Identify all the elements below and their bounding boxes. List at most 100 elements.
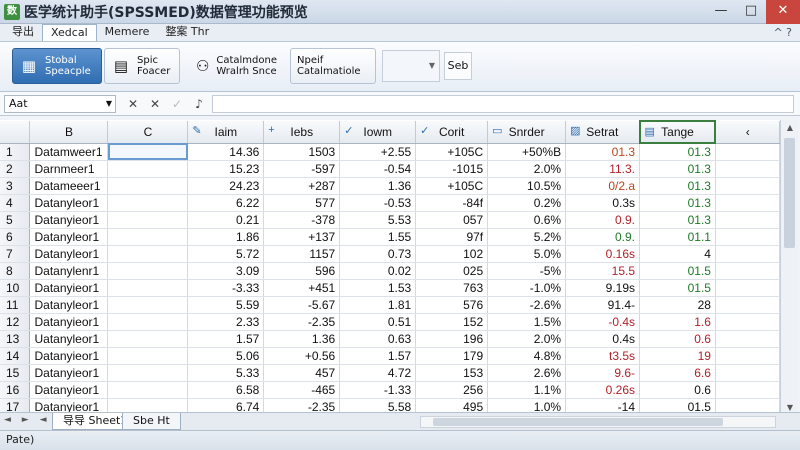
- grid-cell-f[interactable]: 0.51: [339, 313, 417, 331]
- table-row[interactable]: 13 Uatanyleor1 1.57 1.36 0.63 196 2.0% 0.4s 0.6: [0, 330, 780, 348]
- grid-cell-d[interactable]: 5.72: [187, 245, 265, 263]
- grid-cell-e[interactable]: 577: [263, 194, 341, 212]
- grid-cell-b[interactable]: Datanyieor1: [29, 381, 109, 399]
- grid-cell-g[interactable]: 057: [415, 211, 489, 229]
- grid-cell-e[interactable]: +137: [263, 228, 341, 246]
- grid-cell-f[interactable]: -1.33: [339, 381, 417, 399]
- grid-cell-e[interactable]: -5.67: [263, 296, 341, 314]
- cancel-icon[interactable]: ✕: [144, 95, 166, 113]
- table-row[interactable]: 16 Datanyieor1 6.58 -465 -1.33 256 1.1% 0.26s 0.…: [0, 381, 780, 399]
- grid-cell-h[interactable]: -1.0%: [487, 279, 567, 297]
- row-header[interactable]: 10: [0, 279, 31, 297]
- row-header[interactable]: 15: [0, 364, 31, 382]
- grid-cell-h[interactable]: 0.6%: [487, 211, 567, 229]
- maximize-button[interactable]: □: [736, 0, 766, 24]
- grid-cell-c[interactable]: [107, 262, 189, 280]
- grid-cell-h[interactable]: 5.0%: [487, 245, 567, 263]
- grid-cell-j[interactable]: 01.3: [639, 194, 716, 212]
- grid-cell-i[interactable]: 01.3: [565, 143, 641, 161]
- grid-cell-c[interactable]: [107, 313, 189, 331]
- grid-cell-h[interactable]: 5.2%: [487, 228, 567, 246]
- grid-cell-g[interactable]: 196: [415, 330, 489, 348]
- grid-cell-e[interactable]: 596: [263, 262, 341, 280]
- column-header-b[interactable]: B: [29, 121, 109, 144]
- grid-cell-c[interactable]: [107, 296, 189, 314]
- grid-cell-f[interactable]: -0.53: [339, 194, 417, 212]
- column-header-tange[interactable]: ▤ Tange: [638, 120, 717, 144]
- grid-cell-d[interactable]: 15.23: [187, 160, 265, 178]
- grid-cell-j[interactable]: 0.6: [639, 330, 716, 348]
- name-box[interactable]: Aat ▼: [4, 95, 116, 113]
- grid-cell-h[interactable]: 2.0%: [487, 160, 567, 178]
- scroll-up-icon[interactable]: ▲: [781, 120, 799, 136]
- column-header-iowm[interactable]: ✓ Iowm: [339, 121, 417, 144]
- column-header-iaim[interactable]: ✎ Iaim: [187, 121, 265, 144]
- grid-cell-f[interactable]: 1.81: [339, 296, 417, 314]
- grid-cell-d[interactable]: 3.09: [187, 262, 265, 280]
- grid-cell-k[interactable]: [715, 381, 780, 399]
- grid-cell-c[interactable]: [107, 211, 189, 229]
- grid-cell-i[interactable]: 0.3s: [565, 194, 641, 212]
- function-icon[interactable]: ♪: [188, 95, 210, 113]
- table-row[interactable]: 8 Datanylenr1 3.09 596 0.02 025 -5% 15.5 01.5: [0, 262, 780, 280]
- tab-memere[interactable]: Memere: [97, 24, 158, 41]
- grid-cell-g[interactable]: 025: [415, 262, 489, 280]
- scroll-thumb[interactable]: [784, 138, 795, 248]
- grid-cell-c[interactable]: [107, 143, 189, 161]
- grid-cell-j[interactable]: 01.5: [639, 279, 716, 297]
- grid-cell-k[interactable]: [715, 279, 780, 297]
- grid-cell-j[interactable]: 28: [639, 296, 716, 314]
- grid-cell-i[interactable]: 9.19s: [565, 279, 641, 297]
- grid-cell-g[interactable]: 102: [415, 245, 489, 263]
- grid-cell-k[interactable]: [715, 262, 780, 280]
- grid-cell-b[interactable]: Uatanyleor1: [29, 330, 109, 348]
- cancel-icon[interactable]: ✕: [122, 95, 144, 113]
- grid-cell-k[interactable]: [715, 194, 780, 212]
- table-row[interactable]: 11 Datanyleor1 5.59 -5.67 1.81 576 -2.6% 91.4- 2…: [0, 296, 780, 314]
- row-header[interactable]: 16: [0, 381, 31, 399]
- grid-cell-g[interactable]: +105C: [415, 177, 489, 195]
- grid-cell-i[interactable]: 15.5: [565, 262, 641, 280]
- grid-cell-f[interactable]: 1.57: [339, 347, 417, 365]
- table-row[interactable]: 4 Datanyleor1 6.22 577 -0.53 -84f 0.2% 0.3s 01.3: [0, 194, 780, 212]
- stobal-speacple-button[interactable]: ▦ Stobal Speacple: [12, 48, 102, 84]
- grid-cell-c[interactable]: [107, 347, 189, 365]
- grid-cell-d[interactable]: 1.57: [187, 330, 265, 348]
- grid-cell-d[interactable]: 14.36: [187, 143, 265, 161]
- grid-cell-g[interactable]: 152: [415, 313, 489, 331]
- grid-cell-e[interactable]: +287: [263, 177, 341, 195]
- grid-cell-i[interactable]: 0.16s: [565, 245, 641, 263]
- row-header[interactable]: 8: [0, 262, 31, 280]
- grid-cell-g[interactable]: -1015: [415, 160, 489, 178]
- grid-cell-f[interactable]: +2.55: [339, 143, 417, 161]
- grid-cell-c[interactable]: [107, 279, 189, 297]
- grid-cell-j[interactable]: 01.3: [639, 143, 716, 161]
- table-row[interactable]: 15 Datanyieor1 5.33 457 4.72 153 2.6% 9.6- 6.6: [0, 364, 780, 382]
- grid-cell-c[interactable]: [107, 364, 189, 382]
- table-row[interactable]: 1 Datamweer1 14.36 1503 +2.55 +105C +50%B 01.3 0…: [0, 143, 780, 161]
- grid-cell-h[interactable]: 2.6%: [487, 364, 567, 382]
- grid-cell-i[interactable]: 0.26s: [565, 381, 641, 399]
- grid-cell-e[interactable]: -465: [263, 381, 341, 399]
- grid-cell-h[interactable]: 4.8%: [487, 347, 567, 365]
- grid-cell-j[interactable]: 4: [639, 245, 716, 263]
- grid-cell-b[interactable]: Datanyieor1: [29, 364, 109, 382]
- grid-cell-j[interactable]: 01.5: [639, 262, 716, 280]
- table-row[interactable]: 2 Darnmeer1 15.23 -597 -0.54 -1015 2.0% 11.3. 01…: [0, 160, 780, 178]
- grid-cell-b[interactable]: Datanyleor1: [29, 194, 109, 212]
- grid-cell-b[interactable]: Datanyieor1: [29, 313, 109, 331]
- grid-cell-d[interactable]: 1.86: [187, 228, 265, 246]
- corner-cell[interactable]: [0, 121, 31, 144]
- seb-button[interactable]: Seb: [444, 52, 472, 80]
- ribbon-dropdown[interactable]: ▼: [382, 50, 440, 82]
- grid-cell-i[interactable]: 0.9.: [565, 211, 641, 229]
- row-header[interactable]: 13: [0, 330, 31, 348]
- grid-cell-h[interactable]: +50%B: [487, 143, 567, 161]
- table-row[interactable]: 14 Datanyieor1 5.06 +0.56 1.57 179 4.8% t3.5s 19: [0, 347, 780, 365]
- grid-cell-b[interactable]: Datameeer1: [29, 177, 109, 195]
- catalmdone-button[interactable]: ⚇ Catalmdone Wralrh Snce: [188, 48, 284, 84]
- grid-cell-d[interactable]: 6.22: [187, 194, 265, 212]
- chevron-down-icon[interactable]: ▼: [106, 96, 112, 112]
- grid-cell-g[interactable]: +105C: [415, 143, 489, 161]
- grid-cell-f[interactable]: 0.73: [339, 245, 417, 263]
